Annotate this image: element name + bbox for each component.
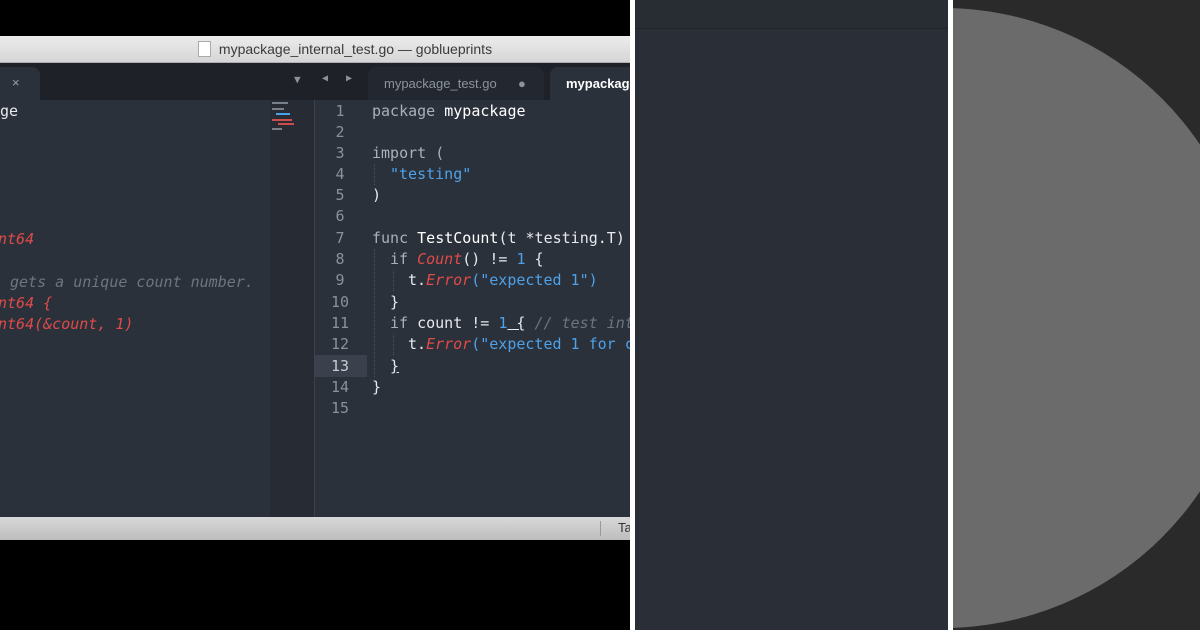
window-titlebar: mypackage_internal_test.go — goblueprint… bbox=[0, 36, 630, 63]
minimap-line bbox=[278, 123, 294, 125]
tab-left-pane[interactable]: × bbox=[0, 67, 40, 100]
line-number: 10 bbox=[330, 293, 350, 311]
tab-label: mypackage_internal_test.go bbox=[566, 76, 630, 91]
line-number: 8 bbox=[335, 250, 345, 268]
indent-guide bbox=[393, 270, 394, 291]
line-number: 4 bbox=[335, 165, 345, 183]
code-text: t. bbox=[408, 271, 427, 289]
code-line-14: } bbox=[372, 378, 382, 396]
tab-dropdown-icon[interactable]: ▼ bbox=[294, 73, 301, 86]
tab-mypackage-test[interactable]: mypackage_test.go ● bbox=[368, 67, 544, 100]
code-comment: // test internal bbox=[534, 314, 630, 332]
keyword: if bbox=[390, 250, 409, 268]
code-line-5: ) bbox=[372, 186, 382, 204]
code-fragment: nt64(&count, 1) bbox=[0, 315, 134, 333]
status-bar: Ta bbox=[0, 517, 630, 540]
code-line-8: if Count() != 1 { bbox=[390, 249, 544, 270]
func-name: TestCount bbox=[417, 229, 499, 247]
window-title: mypackage_internal_test.go — goblueprint… bbox=[218, 41, 493, 57]
line-number: 14 bbox=[330, 378, 350, 396]
line-number: 1 bbox=[335, 102, 345, 120]
editor-screenshot-panel: mypackage_internal_test.go — goblueprint… bbox=[0, 0, 630, 630]
code-text: { bbox=[525, 250, 544, 268]
string-literal: ("expected 1") bbox=[471, 271, 598, 289]
gray-disc bbox=[953, 8, 1200, 628]
line-number: 11 bbox=[330, 314, 350, 332]
line-number: 7 bbox=[335, 229, 345, 247]
matched-brace: { bbox=[507, 314, 526, 332]
minimap-line bbox=[272, 102, 288, 104]
minimap-line bbox=[272, 108, 284, 110]
code-fragment: ge bbox=[0, 102, 19, 120]
code-text: t. bbox=[408, 335, 427, 353]
status-tab-size[interactable]: Ta bbox=[618, 520, 630, 535]
package-name: mypackage bbox=[444, 102, 526, 120]
keyword: if bbox=[390, 314, 409, 332]
code-text: count != bbox=[408, 314, 499, 332]
method-call: Error bbox=[426, 271, 472, 289]
indent-guide bbox=[374, 249, 375, 377]
string-literal: ("expected 1 for count") bbox=[471, 335, 630, 353]
code-fragment: nt64 bbox=[0, 230, 35, 248]
minimap-line bbox=[272, 119, 292, 121]
code-line-9: t.Error("expected 1") bbox=[408, 270, 598, 291]
line-number: 2 bbox=[335, 123, 345, 141]
line-number: 12 bbox=[330, 335, 350, 353]
disc-panel bbox=[953, 0, 1200, 630]
func-signature: (t *testing.T) { bbox=[498, 229, 630, 247]
minimap-line bbox=[272, 128, 282, 130]
code-line-12: t.Error("expected 1 for count") bbox=[408, 334, 630, 355]
code-comment: gets a unique count number. bbox=[10, 273, 254, 291]
tab-nav-arrows-icon[interactable]: ◀ ▶ bbox=[322, 73, 358, 84]
code-line-10: } bbox=[390, 293, 400, 311]
line-number: 3 bbox=[335, 144, 345, 162]
indent-guide bbox=[374, 164, 375, 185]
right-editor-pane[interactable]: 1 2 3 4 5 6 7 8 9 10 11 12 13 14 15 pack… bbox=[315, 100, 630, 517]
code-line-7: func TestCount(t *testing.T) { bbox=[372, 228, 630, 249]
tab-mypackage-internal-test[interactable]: mypackage_internal_test.go bbox=[550, 67, 630, 100]
code-line-13: } bbox=[390, 357, 400, 375]
dark-editor-panel bbox=[635, 0, 948, 630]
line-number: 5 bbox=[335, 186, 345, 204]
code-line-1: package mypackage bbox=[372, 101, 526, 122]
minimap-line bbox=[276, 113, 290, 115]
code-line-11: if count != 1 { // test internal bbox=[390, 313, 630, 334]
left-editor-pane[interactable]: ge nt64 gets a unique count number. nt64… bbox=[0, 100, 270, 517]
modified-dot-icon[interactable]: ● bbox=[518, 76, 526, 91]
line-number: 9 bbox=[335, 271, 345, 289]
minimap[interactable] bbox=[270, 100, 314, 517]
document-icon bbox=[197, 41, 211, 57]
panel-top-strip bbox=[635, 0, 948, 29]
tab-label: mypackage_test.go bbox=[384, 76, 497, 91]
line-number-current: 13 bbox=[330, 357, 350, 375]
line-number: 15 bbox=[330, 399, 350, 417]
code-text: () != bbox=[462, 250, 517, 268]
tab-bar: × ▼ ◀ ▶ mypackage_test.go ● mypackage_in… bbox=[0, 63, 630, 100]
code-line-4: "testing" bbox=[390, 165, 472, 183]
status-separator bbox=[600, 521, 601, 536]
code-line-3: import ( bbox=[372, 144, 445, 162]
close-icon[interactable]: × bbox=[12, 75, 20, 90]
method-call: Error bbox=[426, 335, 472, 353]
func-call: Count bbox=[417, 250, 463, 268]
keyword: package bbox=[372, 102, 436, 120]
keyword: func bbox=[372, 229, 409, 247]
indent-guide bbox=[393, 334, 394, 355]
code-fragment: nt64 { bbox=[0, 294, 53, 312]
line-number: 6 bbox=[335, 207, 345, 225]
